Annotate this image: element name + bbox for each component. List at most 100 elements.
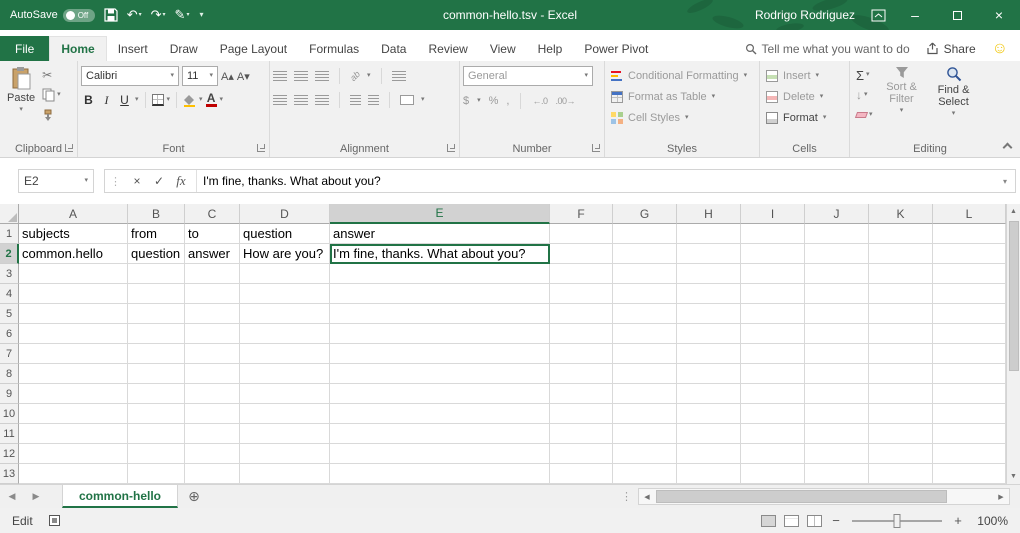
cell-H2[interactable] — [677, 244, 741, 264]
delete-cells-button[interactable]: Delete ▾ — [763, 86, 846, 107]
cell-L12[interactable] — [933, 444, 1006, 464]
autosum-caret[interactable]: ▾ — [866, 71, 870, 79]
cell-L2[interactable] — [933, 244, 1006, 264]
name-box-caret[interactable]: ▾ — [84, 177, 88, 185]
col-header-D[interactable]: D — [240, 204, 330, 224]
col-header-J[interactable]: J — [805, 204, 869, 224]
cell-A6[interactable] — [19, 324, 128, 344]
tab-review[interactable]: Review — [417, 36, 478, 61]
cell-L11[interactable] — [933, 424, 1006, 444]
cell-E2[interactable]: I'm fine, thanks. What about you? — [330, 244, 550, 264]
cell-L4[interactable] — [933, 284, 1006, 304]
cell-B11[interactable] — [128, 424, 185, 444]
cell-G4[interactable] — [613, 284, 677, 304]
cell-L6[interactable] — [933, 324, 1006, 344]
autosave-toggle[interactable]: AutoSave Off — [10, 9, 95, 22]
cell-K1[interactable] — [869, 224, 933, 244]
cell-H6[interactable] — [677, 324, 741, 344]
row-header-1[interactable]: 1 — [0, 224, 19, 244]
cell-J2[interactable] — [805, 244, 869, 264]
row-header-9[interactable]: 9 — [0, 384, 19, 404]
cell-E7[interactable] — [330, 344, 550, 364]
cell-C10[interactable] — [185, 404, 240, 424]
number-format-combo[interactable]: General ▾ — [463, 66, 593, 86]
select-all-button[interactable] — [0, 204, 19, 224]
save-button[interactable] — [104, 8, 118, 22]
page-layout-view-button[interactable] — [784, 515, 799, 527]
cell-A7[interactable] — [19, 344, 128, 364]
cell-B1[interactable]: from — [128, 224, 185, 244]
merge-center-caret[interactable]: ▾ — [421, 96, 425, 104]
clipboard-dialog-launcher[interactable] — [65, 144, 73, 152]
name-box[interactable]: E2 ▾ — [18, 169, 94, 193]
cell-B2[interactable]: question — [128, 244, 185, 264]
maximize-button[interactable] — [936, 0, 978, 30]
cell-G2[interactable] — [613, 244, 677, 264]
cell-A1[interactable]: subjects — [19, 224, 128, 244]
clear-caret[interactable]: ▾ — [869, 111, 873, 119]
cell-D11[interactable] — [240, 424, 330, 444]
format-as-table-caret[interactable]: ▾ — [712, 93, 716, 101]
cell-L9[interactable] — [933, 384, 1006, 404]
format-painter-button[interactable] — [39, 105, 64, 125]
cell-L7[interactable] — [933, 344, 1006, 364]
cell-F11[interactable] — [550, 424, 613, 444]
cell-A11[interactable] — [19, 424, 128, 444]
tab-draw[interactable]: Draw — [159, 36, 209, 61]
cell-L8[interactable] — [933, 364, 1006, 384]
row-header-8[interactable]: 8 — [0, 364, 19, 384]
cell-C9[interactable] — [185, 384, 240, 404]
cell-G11[interactable] — [613, 424, 677, 444]
cell-B7[interactable] — [128, 344, 185, 364]
cell-E13[interactable] — [330, 464, 550, 484]
cut-button[interactable]: ✂ — [39, 65, 64, 85]
col-header-A[interactable]: A — [19, 204, 128, 224]
cell-B12[interactable] — [128, 444, 185, 464]
underline-caret[interactable]: ▾ — [135, 96, 139, 104]
fill-color-button[interactable] — [183, 94, 196, 107]
find-select-caret[interactable]: ▾ — [952, 110, 956, 118]
cell-D1[interactable]: question — [240, 224, 330, 244]
tab-view[interactable]: View — [479, 36, 527, 61]
cell-F3[interactable] — [550, 264, 613, 284]
autosum-button[interactable]: Σ ▾ — [853, 65, 876, 85]
touch-mode-caret[interactable]: ▾ — [186, 8, 189, 22]
sheet-tab-common-hello[interactable]: common-hello — [62, 485, 178, 508]
next-sheet-button[interactable]: ▶ — [24, 485, 48, 508]
scroll-left-icon[interactable]: ◀ — [639, 489, 655, 504]
macro-record-icon[interactable] — [49, 515, 60, 526]
cell-B6[interactable] — [128, 324, 185, 344]
cell-J3[interactable] — [805, 264, 869, 284]
row-header-10[interactable]: 10 — [0, 404, 19, 424]
tab-power-pivot[interactable]: Power Pivot — [573, 36, 659, 61]
font-size-caret[interactable]: ▾ — [209, 72, 213, 80]
cell-E12[interactable] — [330, 444, 550, 464]
fill-button[interactable]: ↓ ▾ — [853, 85, 876, 105]
cell-E5[interactable] — [330, 304, 550, 324]
cell-A3[interactable] — [19, 264, 128, 284]
middle-align-button[interactable] — [294, 71, 308, 81]
undo-dropdown-caret[interactable]: ▾ — [139, 8, 142, 22]
borders-caret[interactable]: ▾ — [167, 96, 171, 104]
row-header-6[interactable]: 6 — [0, 324, 19, 344]
tab-help[interactable]: Help — [527, 36, 574, 61]
copy-button[interactable]: ▾ — [39, 85, 64, 105]
cell-F10[interactable] — [550, 404, 613, 424]
cell-A10[interactable] — [19, 404, 128, 424]
cell-H1[interactable] — [677, 224, 741, 244]
cell-H4[interactable] — [677, 284, 741, 304]
insert-caret[interactable]: ▾ — [816, 72, 820, 80]
underline-button[interactable]: U — [117, 93, 132, 107]
cell-D4[interactable] — [240, 284, 330, 304]
conditional-formatting-caret[interactable]: ▾ — [744, 72, 748, 80]
cell-G1[interactable] — [613, 224, 677, 244]
copy-caret[interactable]: ▾ — [57, 91, 61, 99]
sort-filter-caret[interactable]: ▾ — [900, 107, 904, 115]
orientation-caret[interactable]: ▾ — [367, 72, 371, 80]
cell-E11[interactable] — [330, 424, 550, 444]
cell-J8[interactable] — [805, 364, 869, 384]
cell-F6[interactable] — [550, 324, 613, 344]
row-header-11[interactable]: 11 — [0, 424, 19, 444]
cell-D6[interactable] — [240, 324, 330, 344]
redo-button[interactable]: ↷ ▾ — [151, 8, 166, 22]
